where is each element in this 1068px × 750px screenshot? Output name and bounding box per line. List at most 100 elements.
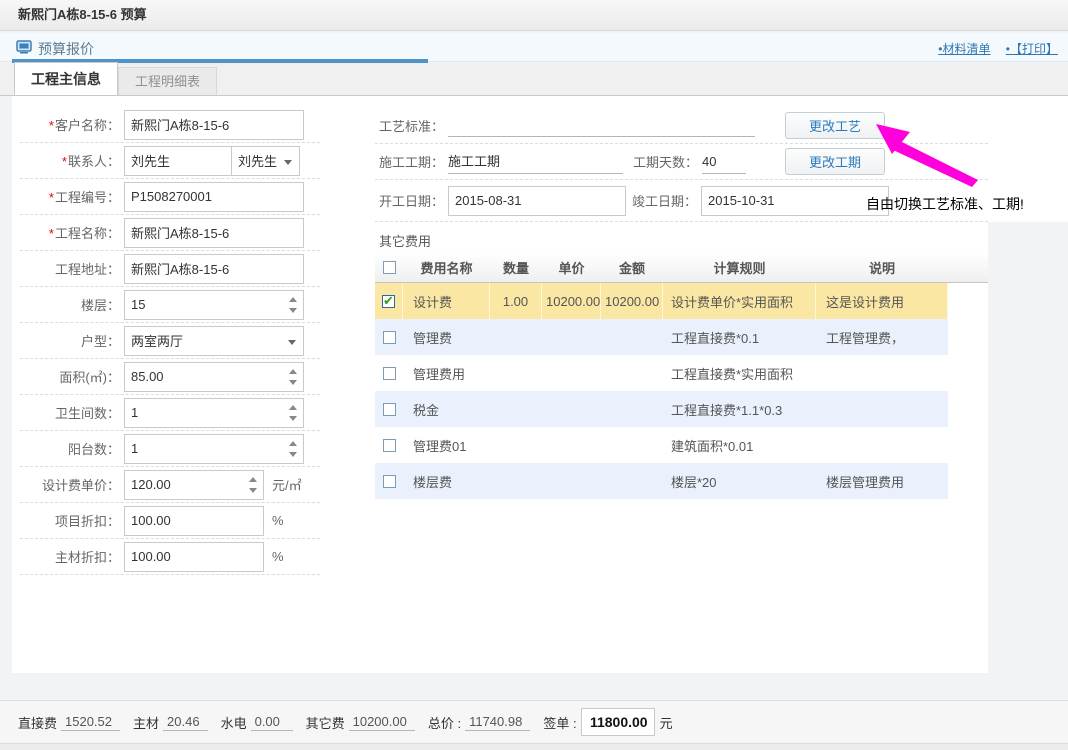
totals-footer: 直接费1520.52主材20.46水电0.00其它费10200.00总价 :11…: [0, 700, 1068, 743]
start-date-label: 开工日期：: [379, 191, 444, 210]
fee-row[interactable]: 税金工程直接费*1.1*0.3: [375, 391, 948, 427]
fee-cell-rule: 建筑面积*0.01: [663, 436, 816, 455]
form-spinner-input[interactable]: [124, 290, 304, 320]
form-text-input[interactable]: [124, 182, 304, 212]
fees-table: 费用名称数量单价金额计算规则说明 设计费1.0010200.0010200.00…: [375, 253, 988, 499]
contact-text-input[interactable]: [124, 146, 232, 176]
days-label: 工期天数：: [633, 152, 698, 171]
fee-row[interactable]: 管理费01 建筑面积*0.01: [375, 427, 948, 463]
fee-row-checkbox-cell: [375, 439, 403, 452]
form-field-label: *工程名称：: [20, 223, 120, 242]
fee-row-checkbox[interactable]: [383, 475, 396, 488]
select-all-checkbox[interactable]: [383, 261, 396, 274]
footer-total-label: 直接费: [18, 713, 57, 732]
form-row: 工程地址：: [20, 251, 320, 287]
form-spinner-input[interactable]: [124, 398, 304, 428]
spinner-down-icon[interactable]: [289, 416, 297, 421]
days-value[interactable]: 40: [702, 150, 746, 174]
spinner-up-icon[interactable]: [289, 369, 297, 374]
fee-row-checkbox-cell: [375, 331, 403, 344]
form-select[interactable]: 两室两厅: [124, 326, 304, 356]
form-row: *工程名称：: [20, 215, 320, 251]
form-text-input[interactable]: [124, 254, 304, 284]
footer-total-item: 总价 :11740.98: [428, 713, 531, 732]
contact-select[interactable]: 刘先生: [232, 146, 300, 176]
form-spinner: [124, 434, 304, 464]
spinner-down-icon[interactable]: [289, 452, 297, 457]
form-field-label: 户型：: [20, 331, 120, 350]
fee-cell-note: 楼层管理费用: [816, 472, 948, 491]
fees-column-header: 单价: [542, 258, 601, 277]
section-header-bar: 预算报价 •材料清单 •【打印】: [0, 33, 1068, 62]
fee-cell-price: 10200.00: [542, 283, 601, 319]
start-date-input[interactable]: [448, 186, 626, 216]
form-row: 楼层：: [20, 287, 320, 323]
change-craft-button[interactable]: 更改工艺: [785, 112, 885, 139]
fee-row[interactable]: 楼层费楼层*20楼层管理费用: [375, 463, 948, 499]
tab-project-detail-list[interactable]: 工程明细表: [118, 67, 217, 95]
form-text-input[interactable]: [124, 542, 264, 572]
tab-project-main-info[interactable]: 工程主信息: [14, 62, 118, 95]
form-field-label: 工程地址：: [20, 259, 120, 278]
schedule-value[interactable]: 施工工期: [448, 150, 623, 174]
form-field-label-text: 联系人：: [68, 154, 120, 169]
spinner-up-icon[interactable]: [289, 405, 297, 410]
fees-table-header: 费用名称数量单价金额计算规则说明: [375, 253, 988, 283]
fee-row[interactable]: 设计费1.0010200.0010200.00设计费单价*实用面积这是设计费用: [375, 283, 948, 319]
fee-row-checkbox[interactable]: [383, 439, 396, 452]
form-select-value: 两室两厅: [131, 331, 183, 350]
form-row: 阳台数：: [20, 431, 320, 467]
fee-row[interactable]: 管理费用工程直接费*实用面积: [375, 355, 948, 391]
print-link[interactable]: •【打印】: [1006, 42, 1058, 56]
footer-total-value: 0.00: [251, 714, 293, 731]
fee-row-checkbox[interactable]: [383, 403, 396, 416]
footer-total-value: 10200.00: [349, 714, 415, 731]
form-text-input[interactable]: [124, 218, 304, 248]
form-text-input[interactable]: [124, 110, 304, 140]
form-spinner: [124, 362, 304, 392]
fee-row-checkbox[interactable]: [383, 331, 396, 344]
form-spinner-input[interactable]: [124, 362, 304, 392]
form-spinner-input[interactable]: [124, 470, 264, 500]
fee-row[interactable]: 管理费工程直接费*0.1工程管理费，: [375, 319, 948, 355]
fee-row-checkbox[interactable]: [382, 295, 395, 308]
craft-standard-value[interactable]: [448, 113, 755, 137]
spinner-down-icon[interactable]: [249, 488, 257, 493]
chevron-down-icon: [284, 160, 292, 165]
fees-table-body: 设计费1.0010200.0010200.00设计费单价*实用面积这是设计费用管…: [375, 283, 988, 499]
fee-cell-name: 管理费01: [403, 436, 490, 455]
sign-amount-input[interactable]: [581, 708, 655, 736]
footer-total-value: 11740.98: [465, 714, 530, 731]
form-row: *联系人： 刘先生: [20, 143, 320, 179]
form-field-label: 设计费单价：: [20, 475, 120, 494]
sign-total: 签单 : 元: [543, 708, 676, 736]
form-field-label-text: 面积(㎡)：: [59, 370, 120, 385]
spinner-down-icon[interactable]: [289, 380, 297, 385]
form-spinner-input[interactable]: [124, 434, 304, 464]
spinner-up-icon[interactable]: [289, 441, 297, 446]
fees-column-header: 金额: [601, 258, 663, 277]
fee-cell-name: 税金: [403, 400, 490, 419]
spinner-up-icon[interactable]: [289, 297, 297, 302]
form-field-label: 楼层：: [20, 295, 120, 314]
materials-list-link[interactable]: •材料清单: [938, 42, 990, 56]
form-text-input[interactable]: [124, 506, 264, 536]
fees-column-header: 说明: [816, 258, 948, 277]
footer-total-label: 其它费: [306, 713, 345, 732]
spinner-down-icon[interactable]: [289, 308, 297, 313]
header-checkbox-cell: [375, 261, 403, 274]
form-row: 卫生间数：: [20, 395, 320, 431]
change-schedule-button[interactable]: 更改工期: [785, 148, 885, 175]
footer-total-item: 直接费1520.52: [18, 713, 120, 732]
required-asterisk: *: [62, 154, 67, 169]
fee-row-checkbox[interactable]: [383, 367, 396, 380]
footer-total-item: 其它费10200.00: [306, 713, 415, 732]
form-row: 主材折扣：%: [20, 539, 320, 575]
field-suffix: 元/㎡: [272, 475, 302, 494]
contact-select-value: 刘先生: [238, 151, 277, 170]
annotation-text: 自由切换工艺标准、工期!: [866, 194, 1024, 214]
footer-items: 直接费1520.52主材20.46水电0.00其它费10200.00总价 :11…: [18, 713, 543, 732]
spinner-up-icon[interactable]: [249, 477, 257, 482]
end-date-input[interactable]: [701, 186, 889, 216]
tab-bar: 工程主信息工程明细表: [0, 63, 1068, 96]
